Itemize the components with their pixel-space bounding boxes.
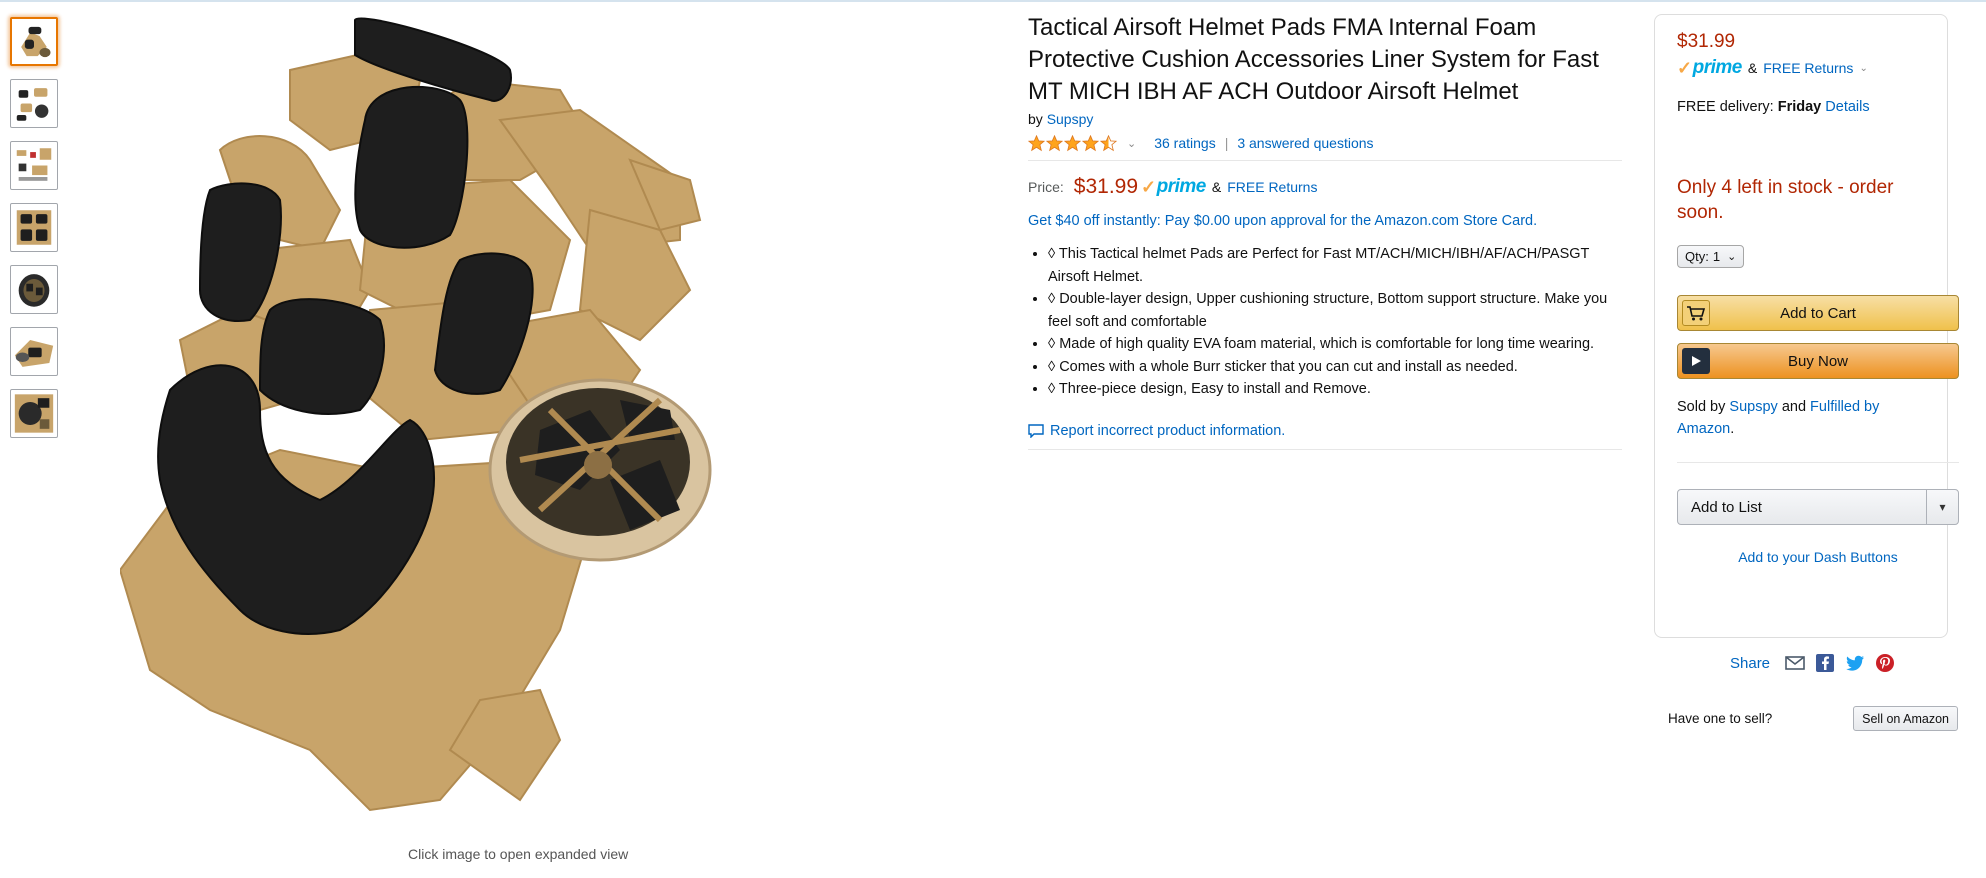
main-product-image[interactable] <box>120 10 940 830</box>
add-to-cart-button[interactable]: Add to Cart <box>1677 295 1959 331</box>
prime-check-icon: ✓ <box>1141 176 1156 197</box>
bullet-item: ◊ Comes with a whole Burr sticker that y… <box>1048 356 1622 379</box>
prime-check-icon: ✓ <box>1677 57 1692 78</box>
sold-by-prefix: Sold by <box>1677 399 1726 415</box>
product-details: Tactical Airsoft Helmet Pads FMA Interna… <box>1028 12 1622 450</box>
chevron-down-icon: ⌄ <box>1727 251 1737 263</box>
star-full-icon <box>1082 134 1099 151</box>
bullet-item: ◊ This Tactical helmet Pads are Perfect … <box>1048 243 1622 288</box>
product-title: Tactical Airsoft Helmet Pads FMA Interna… <box>1028 14 1599 105</box>
seller-link[interactable]: Supspy <box>1729 399 1777 415</box>
twitter-icon[interactable] <box>1844 652 1866 674</box>
delivery-prefix: FREE delivery: <box>1677 99 1774 115</box>
add-to-list-button[interactable]: Add to List ▾ <box>1677 489 1959 525</box>
thumbnail-1[interactable] <box>10 17 58 66</box>
delivery-details-link[interactable]: Details <box>1825 99 1869 115</box>
ratings-link[interactable]: 36 ratings <box>1154 135 1215 151</box>
price-value: $31.99 <box>1073 175 1139 198</box>
separator: | <box>1224 135 1229 151</box>
thumbnail-5[interactable] <box>10 265 58 314</box>
thumbnail-2[interactable] <box>10 79 58 128</box>
thumbnail-3[interactable] <box>10 141 58 190</box>
buy-now-button[interactable]: Buy Now <box>1677 343 1959 379</box>
price-row: Price: $31.99 ✓ prime & FREE Returns <box>1028 175 1622 199</box>
star-full-icon <box>1028 134 1045 151</box>
sold-by-info: Sold by Supspy and Fulfilled by Amazon. <box>1677 396 1927 440</box>
image-caption: Click image to open expanded view <box>408 846 629 862</box>
star-full-icon <box>1046 134 1063 151</box>
sold-end: . <box>1730 421 1735 437</box>
divider <box>1028 448 1622 450</box>
price-label: Price: <box>1028 179 1064 195</box>
bullet-item: ◊ Double-layer design, Upper cushioning … <box>1048 288 1622 333</box>
qty-value: 1 <box>1712 249 1721 264</box>
star-half-icon <box>1100 134 1117 151</box>
chevron-down-icon[interactable]: ⌄ <box>1127 137 1136 150</box>
report-info-row[interactable]: Report incorrect product information. <box>1028 423 1622 439</box>
thumbnail-7[interactable] <box>10 389 58 438</box>
brand-link[interactable]: Supspy <box>1047 111 1094 127</box>
add-to-cart-label: Add to Cart <box>1780 304 1856 322</box>
star-full-icon <box>1064 134 1081 151</box>
delivery-info: FREE delivery: Friday Details <box>1677 99 1927 115</box>
bullet-item: ◊ Three-piece design, Easy to install an… <box>1048 378 1622 401</box>
prime-label: prime <box>1156 176 1207 197</box>
facebook-icon[interactable] <box>1814 652 1836 674</box>
thumbnail-4[interactable] <box>10 203 58 252</box>
amp: & <box>1211 179 1222 195</box>
share-row: Share <box>1730 652 1896 674</box>
report-incorrect-info-link[interactable]: Report incorrect product information. <box>1050 423 1285 439</box>
quantity-select[interactable]: Qty: 1 ⌄ <box>1677 245 1745 268</box>
delivery-day: Friday <box>1777 99 1822 115</box>
comment-icon <box>1028 423 1044 438</box>
star-rating[interactable] <box>1028 134 1117 152</box>
cart-icon <box>1682 300 1710 326</box>
thumbnail-strip <box>10 17 59 451</box>
add-to-dash-buttons-link[interactable]: Add to your Dash Buttons <box>1738 549 1898 565</box>
store-card-promo-link[interactable]: Get $40 off instantly: Pay $0.00 upon ap… <box>1028 213 1622 229</box>
by-label: by <box>1028 111 1043 127</box>
sell-on-amazon-button[interactable]: Sell on Amazon <box>1853 706 1958 731</box>
bullet-item: ◊ Made of high quality EVA foam material… <box>1048 333 1622 356</box>
amp: & <box>1747 60 1758 76</box>
sell-row: Have one to sell? Sell on Amazon <box>1668 706 1958 731</box>
byline: by Supspy <box>1028 111 1622 127</box>
thumbnail-6[interactable] <box>10 327 58 376</box>
share-label: Share <box>1730 654 1771 672</box>
feature-bullets: ◊ This Tactical helmet Pads are Perfect … <box>1028 243 1622 401</box>
qty-label: Qty: <box>1685 249 1709 264</box>
chevron-down-icon[interactable]: ▾ <box>1926 490 1958 524</box>
email-icon[interactable] <box>1784 652 1806 674</box>
free-returns-link[interactable]: FREE Returns <box>1763 60 1853 76</box>
buy-now-label: Buy Now <box>1787 352 1849 370</box>
buy-box: $31.99 ✓ prime & FREE Returns ⌄ FREE deli… <box>1654 14 1959 638</box>
divider <box>1677 462 1959 463</box>
answered-questions-link[interactable]: 3 answered questions <box>1237 135 1373 151</box>
play-icon <box>1682 348 1710 374</box>
top-border <box>0 0 1986 2</box>
stock-status: Only 4 left in stock - order soon. <box>1677 177 1894 223</box>
dash-buttons-link-wrap: Add to your Dash Buttons <box>1677 549 1959 565</box>
pinterest-icon[interactable] <box>1874 652 1896 674</box>
prime-badge: ✓ prime <box>1141 176 1206 198</box>
free-returns-link[interactable]: FREE Returns <box>1227 179 1317 195</box>
buybox-prime-row: ✓ prime & FREE Returns ⌄ <box>1677 57 1927 79</box>
rating-row: ⌄ 36 ratings | 3 answered questions <box>1028 132 1622 154</box>
divider <box>1028 160 1622 161</box>
prime-label: prime <box>1692 57 1743 78</box>
add-to-list-label: Add to List <box>1691 498 1762 516</box>
sell-question: Have one to sell? <box>1668 711 1773 726</box>
prime-badge: ✓ prime <box>1677 57 1742 79</box>
chevron-down-icon[interactable]: ⌄ <box>1859 63 1867 74</box>
buybox-price: $31.99 <box>1677 31 1736 52</box>
sold-and: and <box>1781 399 1807 415</box>
